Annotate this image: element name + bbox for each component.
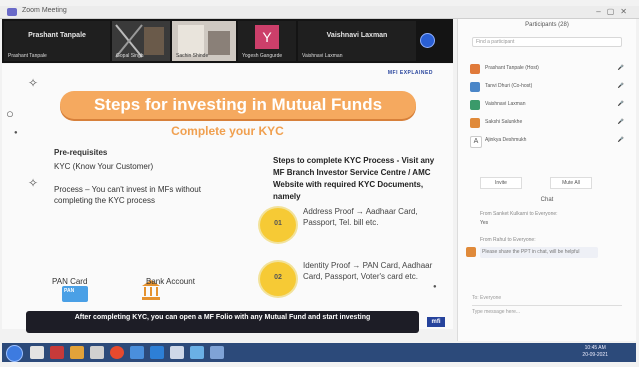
participant-row[interactable]: Prashant Tanpale (Host) 🎤 (470, 63, 628, 75)
title-bar: Zoom Meeting –▢✕ (0, 6, 639, 19)
participants-panel: Participants (28) Find a participant Pra… (457, 19, 636, 341)
participant-caption: Sachin Shinde (176, 53, 209, 59)
app-icon[interactable] (210, 346, 224, 359)
chat-message: Please share the PPT in chat, will be he… (480, 247, 598, 258)
media-player-icon[interactable] (50, 346, 64, 359)
participant-row[interactable]: Vaishnavi Laxman 🎤 (470, 99, 628, 111)
avatar: Y (255, 25, 279, 49)
chat-sender: From Sanket Kulkarni to Everyone: (480, 211, 558, 217)
bullet-marker: 01 (260, 208, 296, 242)
participant-row[interactable]: A Ajinkya Deshmukh 🎤 (470, 135, 628, 148)
chat-title: Chat (540, 197, 554, 203)
mute-all-button[interactable]: Mute All (550, 177, 592, 189)
folder-icon[interactable] (70, 346, 84, 359)
app-icon[interactable] (190, 346, 204, 359)
avatar (466, 247, 476, 257)
bullet-marker: 02 (260, 262, 296, 296)
participant-row-name: Sakshi Salunkhe (485, 119, 523, 125)
chat-message: Yes (480, 220, 489, 226)
start-button[interactable] (6, 345, 23, 362)
shared-slide: ✧ ○ ● ✧ ● MFI EXPLAINED Steps for invest… (2, 64, 453, 333)
video-tile[interactable]: Prashant Tanpale Prashant Tanpale (4, 21, 110, 61)
mic-icon[interactable]: 🎤 (618, 119, 624, 125)
participant-caption: Gopal Singh (116, 53, 144, 59)
avatar: A (470, 136, 482, 148)
mic-icon[interactable]: 🎤 (618, 137, 624, 143)
explorer-icon[interactable] (30, 346, 44, 359)
next-page-button[interactable] (420, 33, 435, 48)
mfi-logo: mfi (427, 317, 445, 327)
clock-time: 10:45 AM (584, 345, 606, 351)
mic-icon[interactable]: 🎤 (618, 83, 624, 89)
participant-row-name: Tanvi Dhuri (Co-host) (485, 83, 533, 89)
pan-card-icon: PAN (62, 286, 88, 302)
slide-title: Steps for investing in Mutual Funds (93, 95, 383, 114)
participant-row[interactable]: Sakshi Salunkhe 🎤 (470, 117, 628, 129)
clock[interactable]: 10:45 AM 20-09-2021 (582, 345, 608, 359)
taskbar: 10:45 AM 20-09-2021 (2, 343, 636, 362)
chat-sender: From Rahul to Everyone: (480, 237, 536, 243)
video-tile[interactable]: Vaishnavi Laxman Vaishnavi Laxman (298, 21, 416, 61)
participant-row[interactable]: Tanvi Dhuri (Co-host) 🎤 (470, 81, 628, 93)
participant-row-name: Vaishnavi Laxman (485, 101, 526, 107)
panel-title: Participants (28) (525, 22, 569, 28)
file-manager-icon[interactable] (90, 346, 104, 359)
invite-button[interactable]: Invite (480, 177, 522, 189)
avatar (470, 118, 480, 128)
window-controls[interactable]: –▢✕ (596, 7, 633, 16)
participant-search-input[interactable]: Find a participant (472, 37, 622, 47)
zoom-icon[interactable] (150, 346, 164, 359)
avatar (470, 100, 480, 110)
video-strip: Prashant Tanpale Prashant Tanpale Gopal … (2, 19, 453, 63)
app-icon[interactable] (130, 346, 144, 359)
bank-account-label: Bank Account (146, 277, 195, 286)
slide-banner: Steps for investing in Mutual Funds (60, 91, 416, 119)
app-icon[interactable] (170, 346, 184, 359)
slide-subheading: Complete your KYC (171, 124, 284, 138)
bullet-number: 01 (274, 220, 282, 227)
participant-caption: Vaishnavi Laxman (302, 53, 343, 59)
clock-date: 20-09-2021 (582, 352, 608, 358)
window-title: Zoom Meeting (22, 7, 67, 14)
slide-footer: After completing KYC, you can open a MF … (26, 311, 419, 333)
video-tile[interactable]: Sachin Shinde (172, 21, 236, 61)
mic-icon[interactable]: 🎤 (618, 65, 624, 71)
bullet-text: Identity Proof → PAN Card, Aadhaar Card,… (303, 261, 433, 281)
avatar (470, 64, 480, 74)
participant-caption: Prashant Tanpale (8, 53, 47, 59)
mic-icon[interactable]: 🎤 (618, 101, 624, 107)
participant-row-name: Prashant Tanpale (Host) (485, 65, 539, 71)
slide-brand: MFI EXPLAINED (387, 70, 433, 76)
zoom-app-icon (7, 8, 17, 16)
dot-icon: ● (433, 284, 437, 290)
screen: Zoom Meeting –▢✕ Prashant Tanpale Prasha… (0, 0, 639, 367)
circle-icon: ○ (6, 106, 14, 121)
participant-row-name: Ajinkya Deshmukh (485, 137, 527, 143)
participant-name: Vaishnavi Laxman (326, 32, 388, 39)
participant-name: Prashant Tanpale (28, 32, 86, 39)
chrome-icon[interactable] (110, 346, 124, 359)
prereq-title: Pre-requisites (54, 148, 108, 157)
video-tile[interactable]: Y Yogesh Gangurde (238, 21, 296, 61)
steps-heading: Steps to complete KYC Process - Visit an… (273, 156, 435, 201)
sparkle-icon: ✧ (28, 76, 39, 90)
bullet-number: 02 (274, 274, 282, 281)
process-text: Process – You can't invest in MFs withou… (54, 185, 201, 205)
bullet-text: Address Proof → Aadhaar Card, Passport, … (303, 207, 418, 227)
participant-caption: Yogesh Gangurde (242, 53, 283, 59)
chat-recipient-select[interactable]: To: Everyone (472, 295, 501, 301)
footer-text: After completing KYC, you can open a MF … (74, 314, 371, 321)
chat-message-input[interactable]: Type message here... (472, 305, 622, 318)
pan-card-text: PAN (64, 288, 75, 294)
prereq-kyc: KYC (Know Your Customer) (54, 162, 154, 171)
video-tile[interactable]: Gopal Singh (112, 21, 170, 61)
pan-card-label: PAN Card (52, 277, 88, 286)
sparkle-icon: ✧ (28, 176, 39, 190)
avatar (470, 82, 480, 92)
